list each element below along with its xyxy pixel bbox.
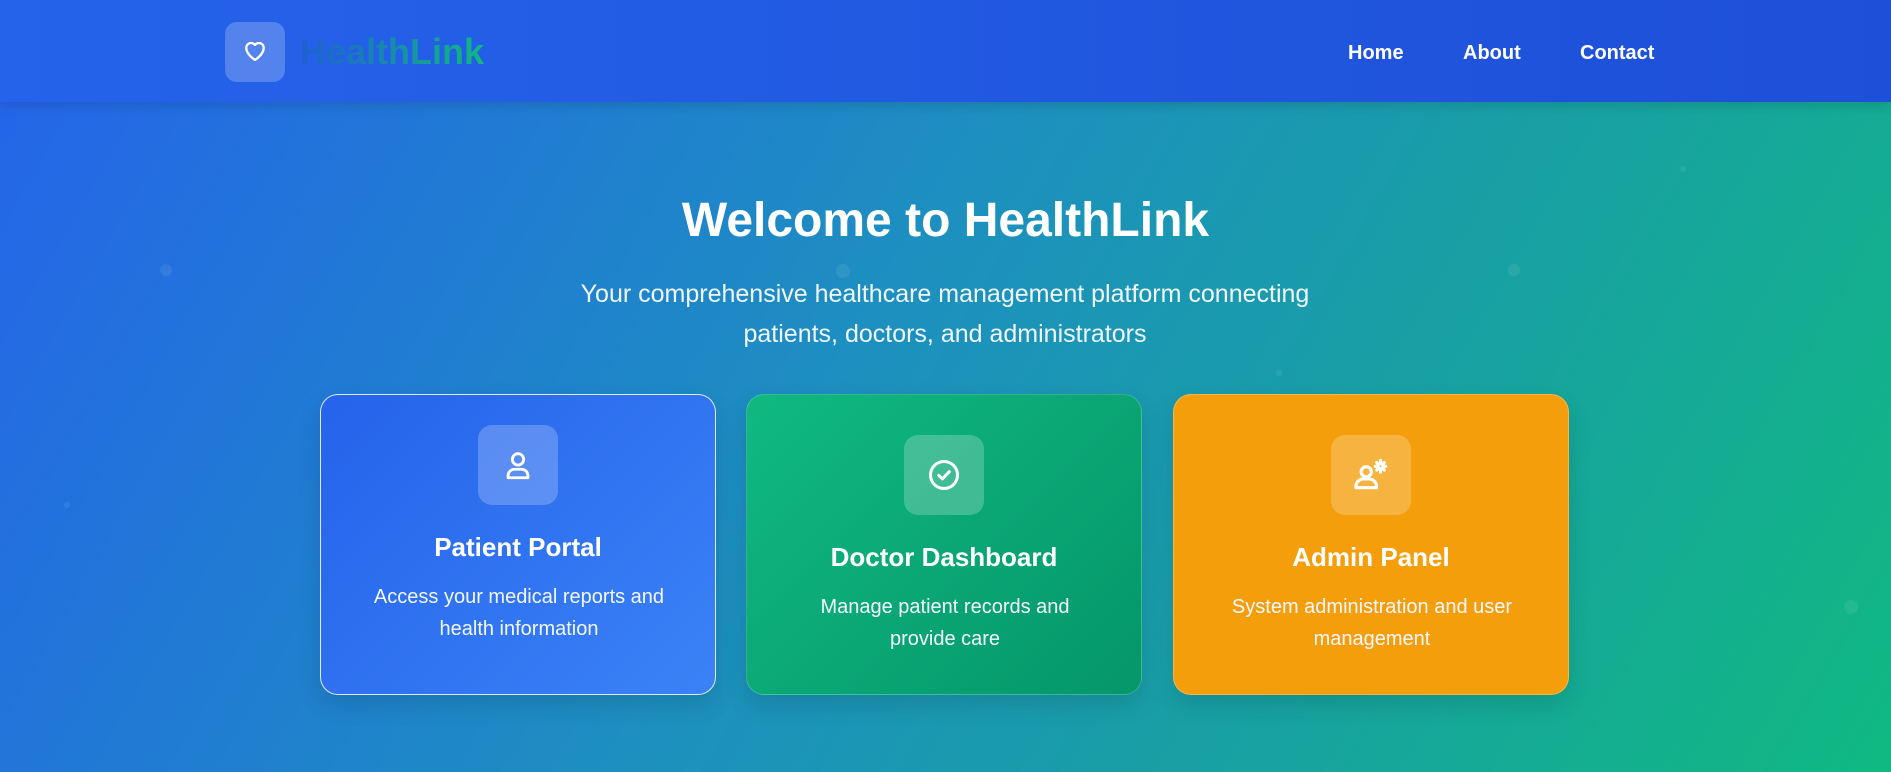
heart-icon [241, 36, 269, 69]
card-description: System administration and user managemen… [1231, 596, 1513, 650]
hero-subtitle: Your comprehensive healthcare management… [580, 280, 1310, 348]
user-gear-icon [1331, 435, 1411, 515]
card-title: Patient Portal [434, 532, 602, 562]
background-dot [160, 264, 172, 276]
background-dot [1680, 166, 1686, 172]
admin-panel-card[interactable]: Admin Panel System administration and us… [1173, 394, 1569, 695]
background-dot [1508, 264, 1520, 276]
check-circle-icon [904, 435, 984, 515]
card-description: Access your medical reports and health i… [373, 586, 665, 640]
background-dot [64, 502, 70, 508]
hero-title: Welcome to HealthLink [681, 194, 1210, 247]
patient-portal-card[interactable]: Patient Portal Access your medical repor… [320, 394, 716, 695]
card-title: Doctor Dashboard [830, 542, 1058, 572]
background-dot [1276, 370, 1282, 376]
brand-name[interactable]: HealthLink [300, 30, 484, 74]
nav-home-link[interactable]: Home [1348, 40, 1404, 66]
logo-badge[interactable] [225, 22, 285, 82]
top-navbar: HealthLink Home About Contact [0, 0, 1891, 102]
nav-about-link[interactable]: About [1463, 40, 1521, 66]
card-title: Admin Panel [1292, 542, 1450, 572]
card-description: Manage patient records and provide care [820, 596, 1070, 650]
nav-contact-link[interactable]: Contact [1580, 40, 1654, 66]
background-dot [1844, 600, 1858, 614]
doctor-dashboard-card[interactable]: Doctor Dashboard Manage patient records … [746, 394, 1142, 695]
user-icon [478, 425, 558, 505]
